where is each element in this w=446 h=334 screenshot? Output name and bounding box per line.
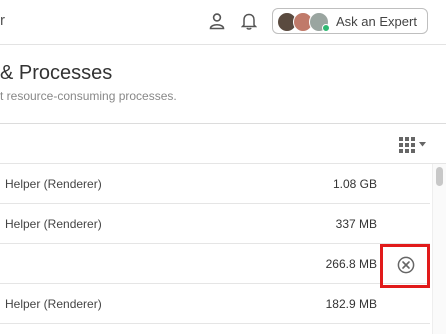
process-row[interactable]: 266.8 MB — [0, 244, 430, 284]
close-circle-icon[interactable] — [397, 256, 415, 279]
app-title-partial: r — [0, 12, 5, 29]
quit-process-button[interactable] — [380, 244, 430, 288]
user-icon[interactable] — [208, 12, 226, 35]
process-row[interactable]: Helper (Renderer) 182.9 MB — [0, 284, 430, 324]
process-memory: 182.9 MB — [325, 297, 377, 311]
ask-an-expert-button[interactable]: Ask an Expert — [272, 8, 428, 34]
process-name: Helper (Renderer) — [5, 217, 102, 231]
column-picker-button[interactable] — [399, 137, 429, 158]
page-title: & Processes — [0, 62, 113, 84]
ask-an-expert-label: Ask an Expert — [336, 14, 417, 29]
divider — [0, 123, 446, 124]
page-subtitle: t resource-consuming processes. — [0, 89, 177, 103]
process-memory: 1.08 GB — [332, 177, 377, 191]
process-name: Helper (Renderer) — [5, 297, 102, 311]
top-bar: r Ask an Expert — [0, 0, 446, 45]
process-memory: 266.8 MB — [325, 257, 377, 271]
process-memory: 337 MB — [335, 217, 377, 231]
online-dot-icon — [322, 24, 330, 32]
scrollbar-thumb[interactable] — [436, 167, 443, 186]
process-row[interactable]: Helper (Renderer) 337 MB — [0, 204, 430, 244]
scrollbar-track[interactable] — [432, 164, 446, 334]
process-row[interactable]: Helper (Renderer) 1.08 GB — [0, 164, 430, 204]
grid-icon — [399, 137, 426, 153]
bell-icon[interactable] — [240, 12, 258, 35]
process-name: Helper (Renderer) — [5, 177, 102, 191]
